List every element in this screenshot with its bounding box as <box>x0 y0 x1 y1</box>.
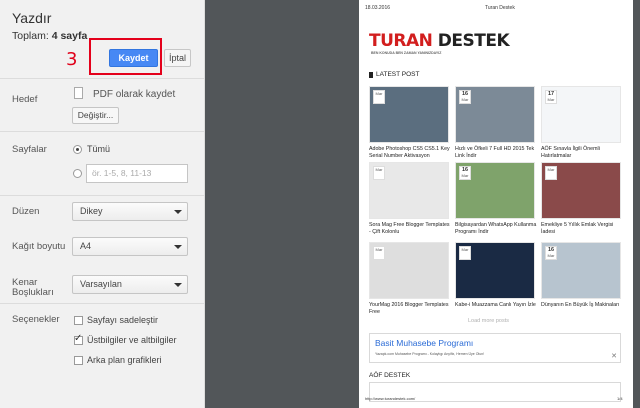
margins-value: Varsayılan <box>80 279 122 289</box>
preview-header-date: 18.03.2016 <box>365 5 391 11</box>
paper-size-label: Kağıt boyutu <box>12 241 66 252</box>
headers-footers-label: Üstbilgiler ve altbilgiler <box>87 335 177 345</box>
layout-label: Düzen <box>12 206 40 217</box>
chevron-down-icon <box>174 283 182 287</box>
post-thumbnail: Mar <box>369 242 449 299</box>
load-more-link: Load more posts <box>468 318 509 324</box>
total-label: Toplam: <box>12 30 49 42</box>
save-button[interactable]: Kaydet <box>109 49 158 67</box>
divider <box>0 303 204 304</box>
paper-size-select[interactable]: A4 <box>72 237 188 256</box>
date-badge: Mar <box>545 166 557 180</box>
site-logo: TURAN DESTEK <box>369 31 510 51</box>
print-settings-panel: Yazdır Toplam: 4 sayfa 3 Kaydet İptal He… <box>0 0 205 408</box>
date-badge: 16 Mar <box>459 166 471 180</box>
layout-select[interactable]: Dikey <box>72 202 188 221</box>
chevron-down-icon <box>174 245 182 249</box>
destination-value: PDF olarak kaydet <box>93 89 176 100</box>
post-title: AÖF Sınavla İlgili Önemli Hatırlatmalar <box>541 146 600 159</box>
margins-select[interactable]: Varsayılan <box>72 275 188 294</box>
margins-label-line2: Boşlukları <box>12 287 54 298</box>
post-thumbnail: 16 Mar <box>455 86 535 143</box>
date-badge: 16 Mar <box>459 90 471 104</box>
badge-month: Mar <box>375 91 383 96</box>
post-thumbnail: Mar <box>541 162 621 219</box>
simplify-page-checkbox[interactable] <box>74 316 83 325</box>
simplify-page-label: Sayfayı sadeleştir <box>87 315 159 325</box>
pages-all-radio[interactable] <box>73 145 82 154</box>
dialog-title: Yazdır <box>12 10 52 26</box>
ad-description: Yazapk.com Muhasebe Programı - Kolaylıgı… <box>375 352 485 356</box>
post-thumbnail: Mar <box>369 86 449 143</box>
date-badge: Mar <box>373 246 385 260</box>
divider <box>0 131 204 132</box>
ad-box: Basit Muhasebe Programı Yazapk.com Muhas… <box>369 333 621 363</box>
aof-destek-heading: AÖF DESTEK <box>369 372 411 379</box>
date-badge: Mar <box>373 166 385 180</box>
post-thumbnail: 16 Mar <box>455 162 535 219</box>
pages-all-label: Tümü <box>87 144 111 154</box>
badge-month: Mar <box>547 97 555 102</box>
logo-tagline: BEN KONUDA BEN ZAMAN YANINIZDAYIZ <box>371 51 442 55</box>
date-badge: Mar <box>373 90 385 104</box>
badge-month: Mar <box>547 167 555 172</box>
preview-header-site: Turan Destek <box>485 5 515 11</box>
background-graphics-checkbox[interactable] <box>74 356 83 365</box>
badge-month: Mar <box>461 173 469 178</box>
paper-size-value: A4 <box>80 241 92 251</box>
close-icon: ✕ <box>611 353 617 360</box>
post-title: Hızlı ve Öfkeli 7 Full HD 2015 Tek Link … <box>455 146 535 159</box>
options-label: Seçenekler <box>12 314 60 325</box>
date-badge: 17 Mar <box>545 90 557 104</box>
post-title: Sora Mag Free Blogger Templates - Çift K… <box>369 222 450 235</box>
badge-month: Mar <box>547 253 555 258</box>
post-title: Emekliye 5 Yıllık Emlak Vergisi İadesi <box>541 222 614 235</box>
divider <box>0 78 204 79</box>
post-thumbnail: Mar <box>455 242 535 299</box>
date-badge: 16 Mar <box>545 246 557 260</box>
logo-text-part1: TURAN <box>369 31 433 51</box>
ad-title: Basit Muhasebe Programı <box>375 338 474 348</box>
annotation-step-number: 3 <box>66 49 78 70</box>
badge-month: Mar <box>461 247 469 252</box>
post-thumbnail: Mar <box>369 162 449 219</box>
post-title: Dünyanın En Büyük İş Makinaları <box>541 302 620 308</box>
destination-label: Hedef <box>12 94 38 105</box>
post-title: Adobe Photoshop CS5 CS5.1 Key Serial Num… <box>369 146 450 159</box>
pdf-file-icon <box>74 87 83 99</box>
preview-footer-url: http://www.turandestek.com/ <box>365 396 416 401</box>
badge-month: Mar <box>375 167 383 172</box>
background-graphics-label: Arka plan grafikleri <box>87 355 162 365</box>
badge-month: Mar <box>375 247 383 252</box>
pages-range-input[interactable]: ör. 1-5, 8, 11-13 <box>86 164 188 183</box>
preview-page: 18.03.2016 Turan Destek TURAN DESTEK BEN… <box>359 0 633 408</box>
layout-value: Dikey <box>80 206 103 216</box>
total-value: 4 sayfa <box>51 30 88 42</box>
bookmark-icon <box>369 72 373 78</box>
pages-custom-radio[interactable] <box>73 169 82 178</box>
post-title: Bilgisayardan WhatsApp Kullanma Programı… <box>455 222 537 235</box>
latest-post-heading: LATEST POST <box>376 71 420 78</box>
badge-month: Mar <box>461 97 469 102</box>
cancel-button[interactable]: İptal <box>164 49 191 67</box>
date-badge: Mar <box>459 246 471 260</box>
preview-footer-page: 1/4 <box>617 396 623 401</box>
post-thumbnail: 16 Mar <box>541 242 621 299</box>
logo-text-part2: DESTEK <box>437 31 510 51</box>
post-title: YourMag 2016 Blogger Templates Free <box>369 302 449 315</box>
chevron-down-icon <box>174 210 182 214</box>
page-total: Toplam: 4 sayfa <box>12 30 87 42</box>
change-destination-button[interactable]: Değiştir... <box>72 107 119 124</box>
post-title: Kabe-i Muazzama Canlı Yayın İzle <box>455 302 536 308</box>
post-thumbnail: 17 Mar <box>541 86 621 143</box>
pages-label: Sayfalar <box>12 144 47 155</box>
divider <box>0 195 204 196</box>
headers-footers-checkbox[interactable] <box>74 333 83 345</box>
